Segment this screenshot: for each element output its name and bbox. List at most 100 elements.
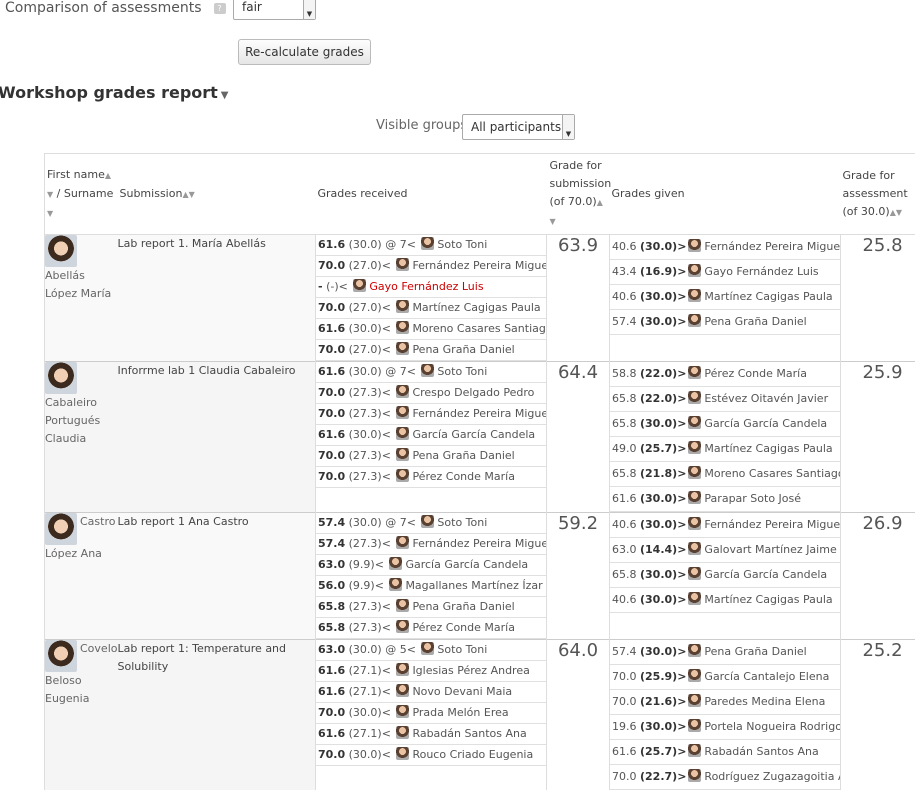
submission-link[interactable]: Lab report 1: Temperature and Solubility bbox=[118, 642, 287, 673]
user-avatar-icon[interactable] bbox=[396, 663, 409, 676]
user-avatar-icon[interactable] bbox=[421, 642, 434, 655]
reviewer-name[interactable]: Soto Toni bbox=[437, 365, 487, 378]
reviewee-name[interactable]: Martínez Cagigas Paula bbox=[704, 593, 832, 606]
user-avatar-icon[interactable] bbox=[688, 239, 701, 252]
reviewer-name[interactable]: Moreno Casares Santiago bbox=[412, 322, 546, 335]
reviewer-name[interactable]: Soto Toni bbox=[437, 643, 487, 656]
user-avatar-icon[interactable] bbox=[421, 237, 434, 250]
caret-down-icon[interactable]: ▼ bbox=[221, 90, 229, 101]
user-avatar-icon[interactable] bbox=[396, 747, 409, 760]
reviewer-name[interactable]: García García Candela bbox=[412, 428, 535, 441]
user-avatar-icon[interactable] bbox=[688, 416, 701, 429]
sort-down-icon[interactable]: ▼ bbox=[47, 209, 53, 218]
reviewer-name[interactable]: Pena Graña Daniel bbox=[412, 343, 514, 356]
user-avatar-icon[interactable] bbox=[396, 599, 409, 612]
reviewee-name[interactable]: García García Candela bbox=[704, 417, 827, 430]
user-avatar-icon[interactable] bbox=[688, 314, 701, 327]
reviewer-name[interactable]: García García Candela bbox=[405, 558, 528, 571]
reviewer-name[interactable]: Martínez Cagigas Paula bbox=[412, 301, 540, 314]
reviewee-name[interactable]: García Cantalejo Elena bbox=[704, 670, 829, 683]
reviewee-name[interactable]: Rabadán Santos Ana bbox=[704, 745, 818, 758]
submission-link[interactable]: Inforrme lab 1 Claudia Cabaleiro bbox=[118, 364, 296, 377]
user-avatar-icon[interactable] bbox=[353, 279, 366, 292]
participant-name[interactable]: Cabaleiro Portugués Claudia bbox=[45, 396, 100, 445]
reviewee-name[interactable]: Parapar Soto José bbox=[704, 492, 801, 505]
user-avatar-icon[interactable] bbox=[688, 441, 701, 454]
reviewee-name[interactable]: García García Candela bbox=[704, 568, 827, 581]
user-avatar-icon[interactable] bbox=[688, 719, 701, 732]
user-avatar-icon[interactable] bbox=[688, 466, 701, 479]
user-avatar-icon[interactable] bbox=[688, 567, 701, 580]
user-avatar-icon[interactable] bbox=[688, 491, 701, 504]
user-avatar-icon[interactable] bbox=[396, 385, 409, 398]
user-avatar-icon[interactable] bbox=[688, 769, 701, 782]
user-avatar-icon[interactable] bbox=[396, 321, 409, 334]
header-grade-for-submission[interactable]: Grade for submission (of 70.0)▲ ▼ bbox=[547, 154, 610, 235]
reviewee-name[interactable]: Gayo Fernández Luis bbox=[704, 265, 818, 278]
user-avatar-icon[interactable] bbox=[688, 592, 701, 605]
user-avatar-icon[interactable] bbox=[688, 264, 701, 277]
sort-up-icon[interactable]: ▲ bbox=[597, 198, 603, 207]
sort-down-icon[interactable]: ▼ bbox=[896, 208, 902, 217]
reviewer-name[interactable]: Soto Toni bbox=[437, 516, 487, 529]
comparison-select[interactable]: fair bbox=[233, 0, 316, 20]
user-avatar-icon[interactable] bbox=[396, 726, 409, 739]
reviewee-name[interactable]: Fernández Pereira Miguel bbox=[704, 518, 840, 531]
user-avatar-icon[interactable] bbox=[688, 669, 701, 682]
reviewee-name[interactable]: Fernández Pereira Miguel bbox=[704, 240, 840, 253]
sort-down-icon[interactable]: ▼ bbox=[189, 190, 195, 199]
help-icon[interactable]: ? bbox=[214, 3, 226, 14]
avatar[interactable] bbox=[45, 362, 77, 394]
reviewer-name[interactable]: Soto Toni bbox=[437, 238, 487, 251]
user-avatar-icon[interactable] bbox=[396, 300, 409, 313]
sort-down-icon[interactable]: ▼ bbox=[47, 190, 53, 199]
reviewer-name[interactable]: Magallanes Martínez Ízar bbox=[405, 579, 542, 592]
reviewee-name[interactable]: Pena Graña Daniel bbox=[704, 645, 806, 658]
reviewer-name[interactable]: Crespo Delgado Pedro bbox=[412, 386, 534, 399]
user-avatar-icon[interactable] bbox=[396, 684, 409, 697]
user-avatar-icon[interactable] bbox=[396, 620, 409, 633]
visible-groups-select[interactable]: All participants bbox=[462, 114, 575, 140]
reviewee-name[interactable]: Martínez Cagigas Paula bbox=[704, 442, 832, 455]
participant-name[interactable]: Abellás López María bbox=[45, 269, 111, 300]
user-avatar-icon[interactable] bbox=[396, 427, 409, 440]
reviewee-name[interactable]: Paredes Medina Elena bbox=[704, 695, 825, 708]
reviewer-name[interactable]: Pena Graña Daniel bbox=[412, 600, 514, 613]
reviewee-name[interactable]: Galovart Martínez Jaime bbox=[704, 543, 836, 556]
user-avatar-icon[interactable] bbox=[389, 557, 402, 570]
reviewee-name[interactable]: Moreno Casares Santiago bbox=[704, 467, 840, 480]
user-avatar-icon[interactable] bbox=[688, 744, 701, 757]
submission-link[interactable]: Lab report 1. María Abellás bbox=[118, 237, 266, 250]
user-avatar-icon[interactable] bbox=[688, 391, 701, 404]
user-avatar-icon[interactable] bbox=[396, 342, 409, 355]
reviewer-name[interactable]: Iglesias Pérez Andrea bbox=[412, 664, 529, 677]
reviewer-name[interactable]: Pérez Conde María bbox=[412, 621, 515, 634]
user-avatar-icon[interactable] bbox=[396, 448, 409, 461]
user-avatar-icon[interactable] bbox=[396, 705, 409, 718]
reviewer-name[interactable]: Prada Melón Erea bbox=[412, 706, 508, 719]
submission-link[interactable]: Lab report 1 Ana Castro bbox=[118, 515, 249, 528]
reviewee-name[interactable]: Pena Graña Daniel bbox=[704, 315, 806, 328]
reviewer-name[interactable]: Rouco Criado Eugenia bbox=[412, 748, 533, 761]
user-avatar-icon[interactable] bbox=[389, 578, 402, 591]
user-avatar-icon[interactable] bbox=[396, 536, 409, 549]
avatar[interactable] bbox=[45, 640, 77, 672]
reviewer-name[interactable]: Pérez Conde María bbox=[412, 470, 515, 483]
reviewer-name[interactable]: Novo Devani Maia bbox=[412, 685, 512, 698]
header-first-name[interactable]: First name▲ ▼ / Surname ▼ bbox=[45, 154, 118, 235]
reviewee-name[interactable]: Martínez Cagigas Paula bbox=[704, 290, 832, 303]
header-submission[interactable]: Submission▲▼ bbox=[118, 154, 316, 235]
sort-up-icon[interactable]: ▲ bbox=[105, 171, 111, 180]
user-avatar-icon[interactable] bbox=[396, 406, 409, 419]
reviewee-name[interactable]: Pérez Conde María bbox=[704, 367, 807, 380]
reviewee-name[interactable]: Portela Nogueira Rodrigo bbox=[704, 720, 840, 733]
reviewer-name[interactable]: Gayo Fernández Luis bbox=[369, 280, 483, 293]
reviewer-name[interactable]: Pena Graña Daniel bbox=[412, 449, 514, 462]
reviewee-name[interactable]: Rodríguez Zugazagoitia Alberto bbox=[704, 770, 840, 783]
user-avatar-icon[interactable] bbox=[421, 515, 434, 528]
user-avatar-icon[interactable] bbox=[688, 644, 701, 657]
sort-down-icon[interactable]: ▼ bbox=[550, 217, 556, 226]
avatar[interactable] bbox=[45, 235, 77, 267]
user-avatar-icon[interactable] bbox=[421, 364, 434, 377]
reviewer-name[interactable]: Fernández Pereira Miguel bbox=[412, 407, 546, 420]
